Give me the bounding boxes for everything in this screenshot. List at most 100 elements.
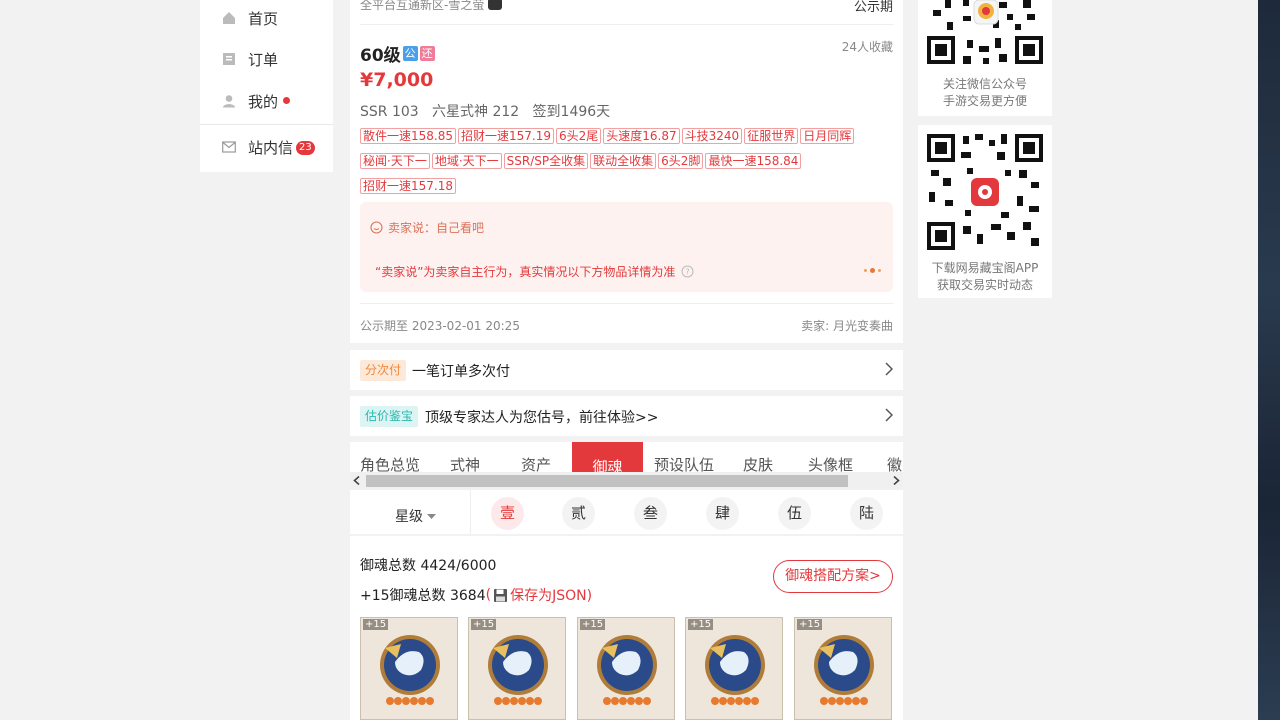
more-dots-icon[interactable] [864, 268, 881, 273]
mine-notification-dot [283, 97, 290, 104]
server-name: 全平台互通新区-雪之萤 [360, 0, 503, 13]
level-6[interactable]: 陆 [850, 497, 883, 530]
installment-text: 一笔订单多次付 [412, 364, 510, 380]
feature-tag: 征服世界 [744, 128, 799, 144]
level-4[interactable]: 肆 [706, 497, 739, 530]
scroll-thumb[interactable] [366, 475, 848, 487]
yuhun-level: +15 [471, 619, 497, 630]
help-icon[interactable]: ? [681, 265, 694, 278]
nav-item-home[interactable]: 首页 [200, 0, 333, 38]
level-row: 60级 公 还 [360, 41, 435, 66]
feature-tag: 最快一速158.84 [705, 153, 802, 169]
listing-card: 全平台互通新区-雪之萤 公示期 60级 公 还 24人收藏 ¥7,000 SSR… [350, 0, 903, 343]
level-5[interactable]: 伍 [778, 497, 811, 530]
nav-divider [200, 124, 333, 125]
star-filter-label: 星级 [395, 509, 423, 525]
seller-says-row: 卖家说：自己看吧 [370, 219, 484, 236]
favorites-count: 24人收藏 [841, 40, 893, 54]
level-2[interactable]: 贰 [562, 497, 595, 530]
desktop-background-strip [1258, 0, 1280, 720]
messages-badge: 23 [296, 141, 315, 155]
yuhun-level: +15 [580, 619, 606, 630]
disclaimer-row: “卖家说”为卖家自主行为，真实情况以下方物品详情为准 ? [375, 263, 694, 280]
feature-tag: 头速度16.87 [603, 128, 680, 144]
wechat-qr-card: 关注微信公众号 手游交易更方便 [918, 0, 1052, 116]
svg-text:?: ? [686, 268, 690, 277]
nav-mine-label: 我的 [248, 92, 279, 111]
dragon-yuhun-icon [705, 635, 765, 705]
appraisal-pill: 估价鉴宝 [360, 406, 419, 427]
yuhun-item[interactable]: +15 [577, 617, 675, 720]
listing-status: 公示期 [853, 0, 893, 15]
chevron-right-icon [885, 362, 893, 376]
apple-icon [488, 0, 503, 10]
yuhun-plan-button[interactable]: 御魂搭配方案> [773, 560, 893, 593]
nav-item-orders[interactable]: 订单 [200, 39, 333, 79]
seller-says: 卖家说：自己看吧 [388, 221, 485, 235]
chat-icon [370, 221, 383, 234]
feature-tag: 6头2脚 [658, 153, 704, 169]
seller-remark-box: 卖家说：自己看吧 “卖家说”为卖家自主行为，真实情况以下方物品详情为准 ? [360, 202, 893, 292]
dragon-yuhun-icon [814, 635, 874, 705]
feature-tag: 秘闻·天下一 [360, 153, 430, 169]
wechat-qr-code [927, 0, 1043, 66]
feature-tag: 6头2尾 [556, 128, 602, 144]
app-caption-2: 获取交易实时动态 [936, 278, 1033, 292]
account-level: 60级 [360, 46, 401, 66]
feature-tag: 招财一速157.19 [458, 128, 554, 144]
feature-tag: 日月同辉 [800, 128, 855, 144]
star-filter-dropdown[interactable]: 星级 [395, 506, 436, 526]
yuhun-section: 御魂总数 4424/6000 +15御魂总数 3684 ( 保存为JSON) 御… [350, 536, 903, 720]
nav-messages-label: 站内信 [248, 138, 294, 157]
feature-tag: 联动全收集 [590, 153, 657, 169]
appraisal-text: 顶级专家达人为您估号，前往体验>> [425, 410, 659, 426]
nav-home-label: 首页 [248, 9, 279, 28]
yuhun-total: 御魂总数 4424/6000 [360, 558, 497, 574]
level-filter: 星级 壹 贰 叁 肆 伍 陆 [350, 490, 903, 534]
account-summary: SSR 103 六星式神 212 签到1496天 [360, 104, 611, 120]
installment-row[interactable]: 分次付 一笔订单多次付 [350, 350, 903, 390]
appraisal-row[interactable]: 估价鉴宝 顶级专家达人为您估号，前往体验>> [350, 396, 903, 436]
scroll-right-icon[interactable] [892, 476, 900, 485]
order-icon [223, 53, 235, 65]
feature-tags: 散件一速158.85 招财一速157.19 6头2尾 头速度16.87 斗技3240 征服… [360, 125, 900, 200]
chevron-right-icon [885, 408, 893, 422]
installment-pill: 分次付 [360, 360, 407, 381]
level-3[interactable]: 叁 [634, 497, 667, 530]
publicity-deadline: 公示期至 2023-02-01 20:25 [360, 319, 520, 333]
caret-down-icon [427, 513, 436, 519]
mail-icon [222, 141, 236, 153]
disclaimer-text: “卖家说”为卖家自主行为，真实情况以下方物品详情为准 [375, 265, 676, 279]
level-1[interactable]: 壹 [491, 497, 524, 530]
yuhun-item[interactable]: +15 [685, 617, 783, 720]
yuhun-level: +15 [797, 619, 823, 630]
save-json-link[interactable]: 保存为JSON) [510, 585, 592, 605]
app-caption-1: 下载网易藏宝阁APP [931, 261, 1039, 275]
price: ¥7,000 [360, 69, 434, 91]
yuhun-item[interactable]: +15 [360, 617, 458, 720]
dragon-yuhun-icon [597, 635, 657, 705]
divider [360, 303, 893, 304]
dragon-yuhun-icon [380, 635, 440, 705]
yuhun-level: +15 [363, 619, 389, 630]
scroll-left-icon[interactable] [353, 476, 361, 485]
feature-tag: 斗技3240 [681, 128, 743, 144]
feature-tag: SSR/SP全收集 [503, 153, 589, 169]
wechat-caption-1: 关注微信公众号 [942, 77, 1027, 91]
paren: ( [485, 587, 492, 603]
yuhun-plus15-total: +15御魂总数 3684 [360, 588, 486, 604]
tabs-scrollbar[interactable] [350, 472, 903, 489]
home-icon [223, 12, 235, 24]
feature-tag: 散件一速158.85 [360, 128, 456, 144]
yuhun-item[interactable]: +15 [794, 617, 892, 720]
yuhun-plus15-row: +15御魂总数 3684 ( 保存为JSON) [360, 585, 592, 605]
floppy-disk-icon[interactable] [493, 588, 508, 603]
divider [470, 490, 471, 534]
server-text: 全平台互通新区-雪之萤 [360, 0, 485, 12]
public-tag: 公 [402, 46, 418, 61]
yuhun-item[interactable]: +15 [468, 617, 566, 720]
nav-item-mine[interactable]: 我的 [200, 81, 333, 121]
seller-name[interactable]: 卖家: 月光变奏曲 [801, 317, 893, 334]
nav-orders-label: 订单 [248, 50, 279, 69]
divider [360, 24, 893, 25]
